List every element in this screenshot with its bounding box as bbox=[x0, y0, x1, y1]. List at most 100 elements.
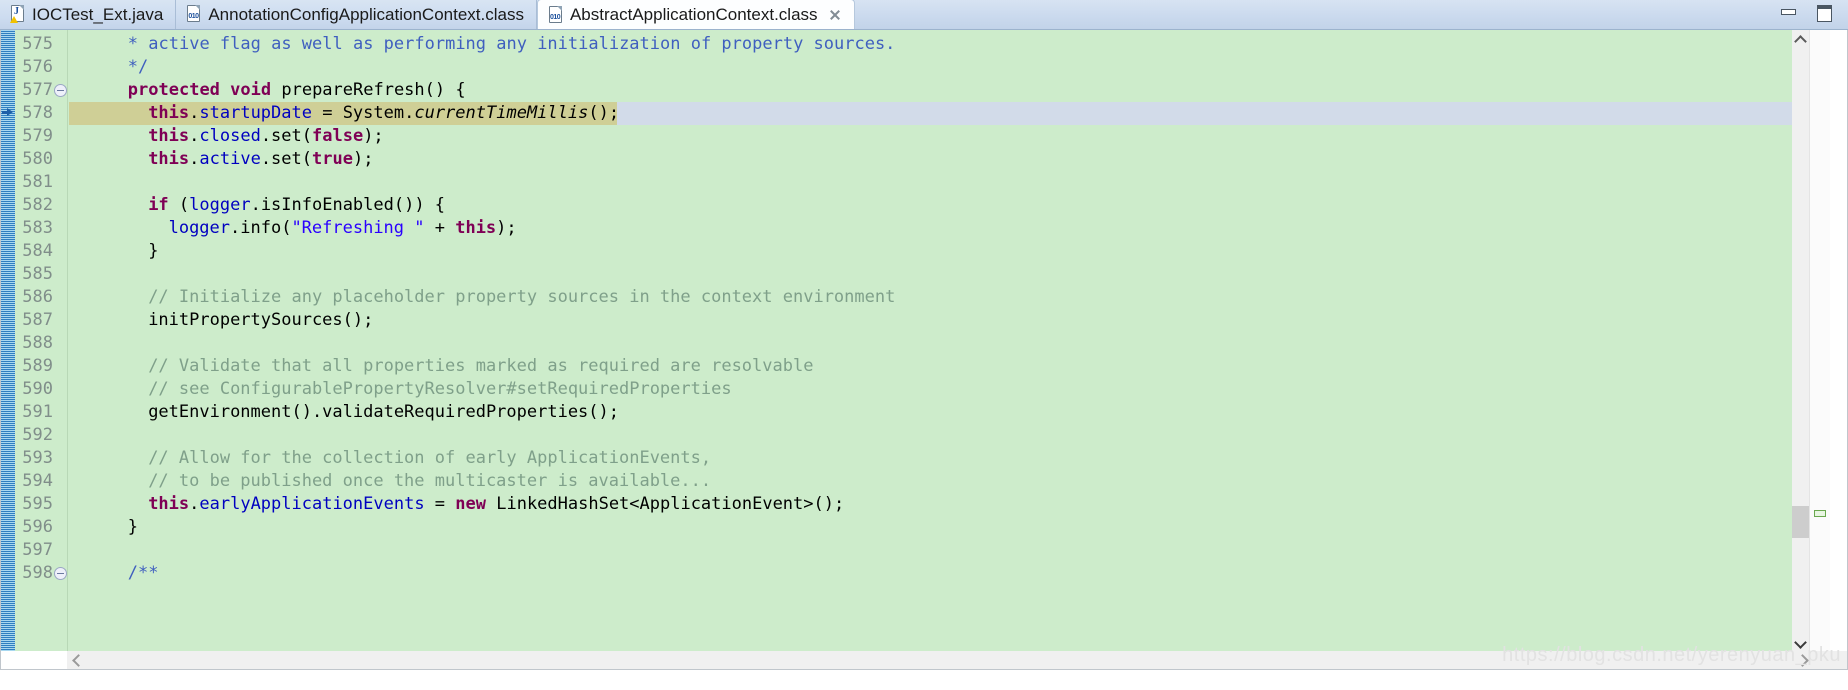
code-token-kw: new bbox=[455, 494, 486, 514]
code-token-plain: = System. bbox=[311, 103, 415, 123]
code-editor[interactable]: 575 576 577 578 579 580 581 582 583 584 585 586 587 5… bbox=[0, 30, 1848, 670]
overview-marker[interactable] bbox=[1814, 509, 1826, 517]
code-line: */ bbox=[128, 56, 148, 79]
code-token-kw: protected bbox=[127, 80, 220, 100]
code-token-cmt: // see ConfigurablePropertyResolver#setR… bbox=[148, 379, 732, 399]
line-number: 596 bbox=[22, 517, 53, 537]
code-token-fld: startupDate bbox=[199, 103, 312, 123]
code-line: } bbox=[148, 240, 158, 263]
line-number: 591 bbox=[22, 402, 53, 422]
fold-collapse-icon[interactable] bbox=[54, 567, 67, 580]
code-token-plain: ( bbox=[168, 195, 190, 215]
quick-diff-change-marker bbox=[2, 106, 14, 120]
close-icon[interactable] bbox=[828, 8, 842, 22]
code-token-kw: if bbox=[148, 195, 169, 215]
code-line: // Initialize any placeholder property s… bbox=[148, 286, 895, 309]
eclipse-editor-window: J IOCTest_Ext.java 010 AnnotationConfigA… bbox=[0, 0, 1848, 690]
code-token-plain: .info( bbox=[230, 218, 292, 238]
code-token-plain: ); bbox=[496, 218, 517, 238]
line-number: 598 bbox=[22, 563, 53, 583]
code-token-plain: ); bbox=[363, 126, 384, 146]
code-token-plain: .isInfoEnabled()) { bbox=[250, 195, 446, 215]
code-line: initPropertySources(); bbox=[148, 309, 373, 332]
code-line: } bbox=[128, 516, 138, 539]
code-token-kw: this bbox=[148, 103, 190, 123]
code-line: protected void prepareRefresh() { bbox=[128, 79, 466, 102]
vertical-scrollbar[interactable] bbox=[1792, 30, 1809, 652]
code-token-plain: + bbox=[424, 218, 456, 238]
code-line: // to be published once the multicaster … bbox=[148, 470, 711, 493]
code-token-plain: getEnvironment().validateRequiredPropert… bbox=[148, 402, 619, 422]
code-line: // Validate that all properties marked a… bbox=[148, 355, 813, 378]
code-line: /** bbox=[128, 562, 159, 585]
overview-ruler[interactable] bbox=[1809, 30, 1830, 652]
code-token-plain: prepareRefresh() { bbox=[271, 80, 466, 100]
code-token-cmt: // Allow for the collection of early App… bbox=[148, 448, 712, 468]
code-token-fld: logger bbox=[168, 218, 231, 238]
line-number: 592 bbox=[22, 425, 53, 445]
line-number-gutter[interactable]: 575 576 577 578 579 580 581 582 583 584 585 586 587 5… bbox=[15, 30, 67, 669]
horizontal-scrollbar[interactable] bbox=[67, 651, 1811, 669]
code-token-plain: .set( bbox=[260, 126, 312, 146]
code-token-kw: this bbox=[148, 494, 190, 514]
code-line: // Allow for the collection of early App… bbox=[148, 447, 711, 470]
code-token-plain: . bbox=[189, 126, 200, 146]
quick-diff-ruler bbox=[1, 30, 15, 669]
code-token-kw: this bbox=[148, 149, 190, 169]
code-line: * active flag as well as performing any … bbox=[128, 33, 896, 56]
line-number: 595 bbox=[22, 494, 53, 514]
code-token-plain: . bbox=[189, 103, 200, 123]
editor-tab-annotationconfigapplicationcontext-class[interactable]: 010 AnnotationConfigApplicationContext.c… bbox=[176, 0, 537, 29]
editor-tab-abstractapplicationcontext-class[interactable]: 010 AbstractApplicationContext.class bbox=[536, 0, 855, 29]
code-token-kw: this bbox=[148, 126, 190, 146]
code-token-plain: = bbox=[424, 494, 456, 514]
vertical-scrollbar-thumb[interactable] bbox=[1792, 505, 1809, 538]
line-number: 586 bbox=[22, 287, 53, 307]
maximize-icon[interactable] bbox=[1816, 4, 1832, 22]
code-token-fld: earlyApplicationEvents bbox=[199, 494, 425, 514]
line-number: 585 bbox=[22, 264, 53, 284]
code-token-cmt: // to be published once the multicaster … bbox=[148, 471, 712, 491]
code-token-kw: void bbox=[230, 80, 272, 100]
code-token-plain: . bbox=[189, 149, 200, 169]
line-number: 593 bbox=[22, 448, 53, 468]
line-number: 588 bbox=[22, 333, 53, 353]
line-number: 581 bbox=[22, 172, 53, 192]
chevron-up-icon[interactable] bbox=[1792, 30, 1809, 47]
code-token-fld: closed bbox=[199, 126, 261, 146]
code-line: this.startupDate = System.currentTimeMil… bbox=[148, 102, 619, 125]
line-number: 590 bbox=[22, 379, 53, 399]
code-line: getEnvironment().validateRequiredPropert… bbox=[148, 401, 619, 424]
code-token-kw: true bbox=[312, 149, 353, 169]
code-line: // see ConfigurablePropertyResolver#setR… bbox=[148, 378, 731, 401]
java-file-icon: J bbox=[10, 5, 26, 23]
tab-label: AbstractApplicationContext.class bbox=[569, 5, 818, 24]
code-token-kw: false bbox=[312, 126, 364, 146]
line-number: 578 bbox=[22, 103, 53, 123]
window-controls bbox=[1780, 0, 1848, 29]
scrollbar-corner-right bbox=[1809, 651, 1847, 669]
code-token-cmt: // Validate that all properties marked a… bbox=[148, 356, 814, 376]
editor-tab-ioctest-ext-java[interactable]: J IOCTest_Ext.java bbox=[0, 0, 177, 29]
code-area-wrapper: 575 576 577 578 579 580 581 582 583 584 585 586 587 5… bbox=[1, 30, 1811, 669]
fold-collapse-icon[interactable] bbox=[54, 84, 67, 97]
code-token-str: "Refreshing " bbox=[291, 218, 425, 238]
tab-label: AnnotationConfigApplicationContext.class bbox=[208, 4, 524, 24]
tab-label: IOCTest_Ext.java bbox=[32, 4, 164, 24]
line-number: 577 bbox=[22, 80, 53, 100]
scrollbar-corner-left bbox=[1, 651, 67, 669]
chevron-left-icon[interactable] bbox=[67, 651, 85, 669]
code-token-plain: } bbox=[127, 517, 139, 537]
source-code-canvas[interactable]: * active flag as well as performing any … bbox=[69, 30, 1811, 669]
code-token-jdoc: /** bbox=[127, 563, 159, 583]
line-number: 579 bbox=[22, 126, 53, 146]
line-number: 580 bbox=[22, 149, 53, 169]
line-number: 594 bbox=[22, 471, 53, 491]
code-line: if (logger.isInfoEnabled()) { bbox=[148, 194, 445, 217]
code-line: this.active.set(true); bbox=[148, 148, 373, 171]
code-token-cmt: // Initialize any placeholder property s… bbox=[148, 287, 896, 307]
line-number: 583 bbox=[22, 218, 53, 238]
minimize-icon[interactable] bbox=[1780, 4, 1796, 18]
chevron-down-icon[interactable] bbox=[1792, 635, 1809, 652]
